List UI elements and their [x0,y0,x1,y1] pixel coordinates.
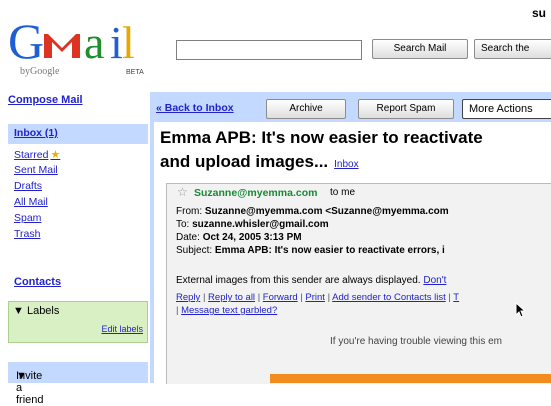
more-actions-select[interactable]: More Actions [462,99,551,119]
labels-title-text: Labels [26,305,60,317]
to-row: To: suzanne.whisler@gmail.com [176,219,329,230]
subject-line-2: and upload images... Inbox [160,150,551,177]
to-label: To: [176,219,190,230]
date-value: Oct 24, 2005 3:13 PM [202,232,302,243]
external-images-note: External images from this sender are alw… [176,275,446,286]
sidebar-item-starred[interactable]: Starred ★ [14,148,60,161]
subject-line-1: Emma APB: It's now easier to reactivate [160,128,483,147]
separator: | [202,292,206,303]
search-input[interactable] [176,40,362,60]
date-label: Date: [176,232,200,243]
separator: | [327,292,331,303]
email-banner-strip [270,374,551,383]
separator: | [176,305,179,316]
svg-text:l: l [122,17,135,68]
sidebar-item-all-mail[interactable]: All Mail [14,196,48,208]
subject-value: Emma APB: It's now easier to reactivate … [214,245,445,256]
sidebar-item-sent[interactable]: Sent Mail [14,164,58,176]
inbox-label-tag[interactable]: Inbox [334,159,358,170]
invite-title-text: Invite a friend [16,370,44,406]
separator: | [257,292,261,303]
subject-label: Subject: [176,245,213,256]
subject-line-2-text: and upload images... [160,152,329,171]
star-outline-icon[interactable]: ☆ [177,185,188,199]
labels-title[interactable]: ▼ Labels [13,305,59,317]
sidebar-item-label: Starred [14,149,49,161]
logo-beta: BETA [126,69,144,76]
date-row: Date: Oct 24, 2005 3:13 PM [176,232,302,243]
gmail-logo: G a i l byGoogle BETA [8,13,144,77]
message-actions: Reply | Reply to all | Forward | Print |… [176,292,459,303]
subject-row: Subject: Emma APB: It's now easier to re… [176,245,445,256]
sidebar-item-trash[interactable]: Trash [14,228,40,240]
contacts-link[interactable]: Contacts [14,276,61,288]
separator: | [448,292,451,303]
sender-name[interactable]: Suzanne@myemma.com [194,187,317,199]
mouse-cursor-icon [515,302,527,318]
edit-labels-link[interactable]: Edit labels [101,324,143,334]
sidebar-item-inbox[interactable]: Inbox (1) [14,127,58,139]
forward-link[interactable]: Forward [263,292,298,303]
trouble-viewing-text: If you're having trouble viewing this em [330,336,502,347]
message-subject: Emma APB: It's now easier to reactivate … [160,126,551,177]
compose-mail-link[interactable]: Compose Mail [8,94,83,106]
svg-text:a: a [84,17,104,68]
from-value: Suzanne@myemma.com <Suzanne@myemma.com [204,206,449,217]
print-link[interactable]: Print [305,292,325,303]
separator: | [300,292,303,303]
from-label: From: [176,206,203,217]
external-images-text: External images from this sender are alw… [176,275,421,286]
user-name[interactable]: su [532,6,546,20]
logo-by-google: byGoogle [20,66,60,77]
reply-link[interactable]: Reply [176,292,200,303]
report-spam-button[interactable]: Report Spam [358,99,454,119]
star-icon: ★ [50,149,61,161]
dont-display-link[interactable]: Don't [423,275,446,286]
invite-box[interactable]: ▼ Invite a friend [8,362,148,406]
labels-box: ▼ Labels Edit labels [8,301,148,343]
message-garbled-link[interactable]: Message text garbled? [181,305,277,316]
message-actions-row-2: | Message text garbled? [176,305,277,316]
archive-button[interactable]: Archive [266,99,346,119]
sidebar-item-spam[interactable]: Spam [14,212,41,224]
from-row: From: Suzanne@myemma.com <Suzanne@myemma… [176,206,449,217]
search-web-button[interactable]: Search the [474,39,551,59]
to-me-label: to me [330,187,356,198]
triangle-down-icon: ▼ [13,305,24,317]
to-value: suzanne.whisler@gmail.com [192,219,329,230]
add-sender-link[interactable]: Add sender to Contacts list [332,292,446,303]
reply-all-link[interactable]: Reply to all [208,292,255,303]
sidebar-item-drafts[interactable]: Drafts [14,180,42,192]
back-to-inbox-link[interactable]: « Back to Inbox [156,102,234,114]
search-mail-button[interactable]: Search Mail [372,39,468,59]
svg-text:G: G [8,13,44,69]
t-link[interactable]: T [453,292,459,303]
svg-text:i: i [110,17,123,68]
